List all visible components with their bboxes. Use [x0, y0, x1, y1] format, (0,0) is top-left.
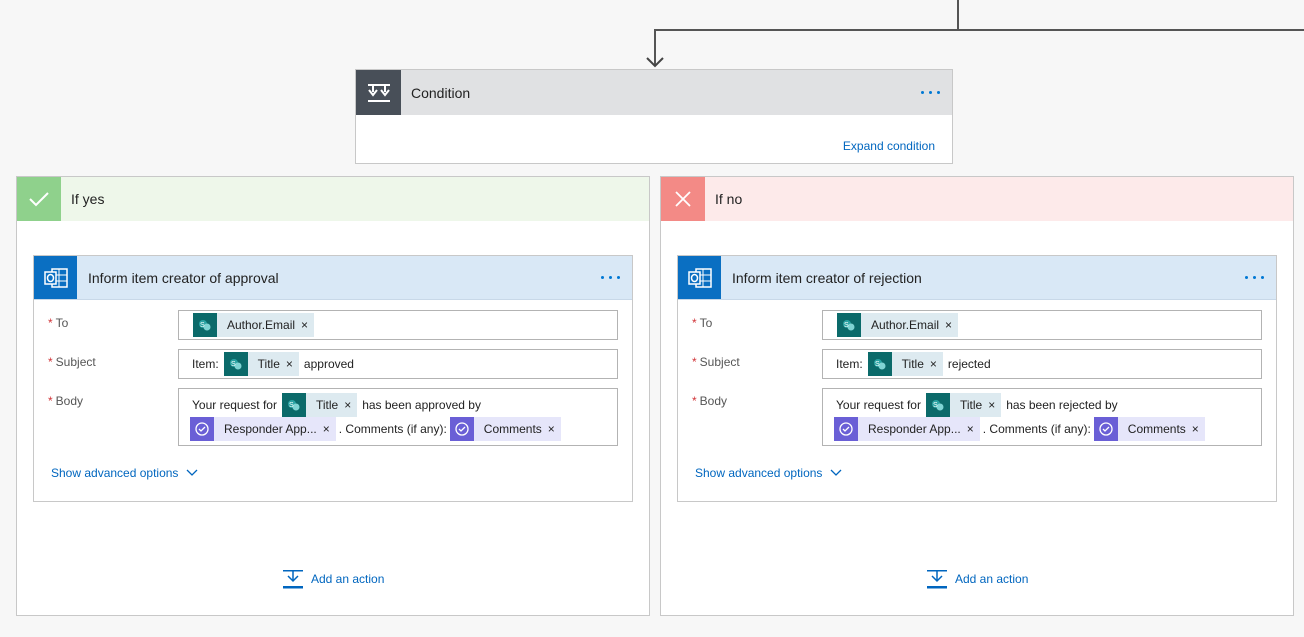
sharepoint-icon: S	[281, 393, 306, 417]
to-label: * To	[48, 316, 69, 330]
remove-token-icon[interactable]: ×	[945, 318, 958, 332]
connector-line	[654, 29, 1304, 31]
sharepoint-icon: S	[925, 393, 950, 417]
action-card-rejection[interactable]: Inform item creator of rejection * To S A…	[677, 255, 1277, 502]
token-author-email[interactable]: S Author.Email ×	[193, 313, 315, 337]
svg-text:S: S	[200, 322, 205, 329]
body-field[interactable]: Your request for S Title × has been reje…	[822, 388, 1262, 446]
outlook-icon	[678, 256, 721, 299]
branch-title: If no	[715, 191, 743, 207]
add-an-action-button[interactable]: Add an action	[927, 569, 1028, 589]
subject-suffix-text: rejected	[947, 357, 991, 371]
svg-text:S: S	[844, 322, 849, 329]
remove-token-icon[interactable]: ×	[286, 357, 299, 371]
subject-prefix-text: Item:	[836, 357, 863, 371]
arrow-down-icon	[646, 57, 664, 68]
add-action-icon	[927, 570, 947, 589]
svg-text:S: S	[289, 402, 294, 409]
condition-title: Condition	[411, 84, 471, 101]
connector-line	[957, 0, 959, 31]
sharepoint-icon: S	[223, 352, 248, 376]
subject-prefix-text: Item:	[192, 357, 219, 371]
check-icon	[17, 177, 61, 221]
add-action-icon	[283, 570, 303, 589]
token-responder[interactable]: Responder App... ×	[190, 417, 336, 441]
subject-suffix-text: approved	[303, 357, 354, 371]
sharepoint-icon: S	[193, 313, 217, 337]
sharepoint-icon: S	[867, 352, 892, 376]
sharepoint-icon: S	[837, 313, 861, 337]
more-options-icon[interactable]	[921, 85, 940, 100]
body-label: * Body	[692, 394, 728, 408]
token-title[interactable]: S Title ×	[925, 393, 1002, 417]
body-field[interactable]: Your request for S Title × has been appr…	[178, 388, 618, 446]
body-text: has been rejected by	[1006, 398, 1118, 412]
to-field[interactable]: S Author.Email ×	[822, 310, 1262, 340]
branch-if-yes-header[interactable]: If yes	[17, 177, 649, 221]
body-text: Your request for	[192, 398, 277, 412]
body-text: Your request for	[836, 398, 921, 412]
remove-token-icon[interactable]: ×	[323, 422, 336, 436]
approvals-icon	[834, 417, 858, 441]
remove-token-icon[interactable]: ×	[988, 398, 1001, 412]
token-comments[interactable]: Comments ×	[1093, 417, 1205, 441]
action-title: Inform item creator of rejection	[732, 269, 922, 286]
remove-token-icon[interactable]: ×	[344, 398, 357, 412]
body-text: . Comments (if any):	[338, 422, 447, 436]
action-card-approval[interactable]: Inform item creator of approval * To S Au…	[33, 255, 633, 502]
token-title[interactable]: S Title ×	[281, 393, 358, 417]
approvals-icon	[1093, 417, 1118, 441]
remove-token-icon[interactable]: ×	[967, 422, 980, 436]
remove-token-icon[interactable]: ×	[301, 318, 314, 332]
body-text: . Comments (if any):	[982, 422, 1091, 436]
approvals-icon	[190, 417, 214, 441]
svg-text:S: S	[875, 361, 880, 368]
body-label: * Body	[48, 394, 84, 408]
show-advanced-options-link[interactable]: Show advanced options	[695, 466, 842, 480]
body-text: has been approved by	[362, 398, 481, 412]
show-advanced-options-link[interactable]: Show advanced options	[51, 466, 198, 480]
more-options-icon[interactable]	[1245, 270, 1264, 285]
expand-condition-link[interactable]: Expand condition	[843, 139, 935, 153]
branch-title: If yes	[71, 191, 105, 207]
remove-token-icon[interactable]: ×	[548, 422, 561, 436]
subject-label: * Subject	[48, 355, 96, 369]
close-icon	[661, 177, 705, 221]
condition-header[interactable]: Condition	[356, 70, 952, 115]
chevron-down-icon	[186, 469, 198, 476]
condition-icon	[356, 70, 401, 115]
token-title[interactable]: S Title ×	[867, 352, 943, 376]
token-comments[interactable]: Comments ×	[449, 417, 561, 441]
svg-text:S: S	[231, 361, 236, 368]
token-responder[interactable]: Responder App... ×	[834, 417, 980, 441]
add-an-action-button[interactable]: Add an action	[283, 569, 384, 589]
token-title[interactable]: S Title ×	[223, 352, 299, 376]
remove-token-icon[interactable]: ×	[1192, 422, 1205, 436]
chevron-down-icon	[830, 469, 842, 476]
approvals-icon	[449, 417, 474, 441]
token-author-email[interactable]: S Author.Email ×	[837, 313, 959, 337]
branch-if-no: If no Inform item creator of rejection *…	[660, 176, 1294, 616]
action-title: Inform item creator of approval	[88, 269, 279, 286]
action-header[interactable]: Inform item creator of rejection	[678, 256, 1276, 300]
subject-label: * Subject	[692, 355, 740, 369]
to-label: * To	[692, 316, 713, 330]
subject-field[interactable]: Item: S Title × rejected	[822, 349, 1262, 379]
svg-text:S: S	[933, 402, 938, 409]
more-options-icon[interactable]	[601, 270, 620, 285]
condition-card[interactable]: Condition Expand condition	[355, 69, 953, 164]
branch-if-no-header[interactable]: If no	[661, 177, 1293, 221]
branch-if-yes: If yes Inform item creator of approval *…	[16, 176, 650, 616]
subject-field[interactable]: Item: S Title × approved	[178, 349, 618, 379]
outlook-icon	[34, 256, 77, 299]
remove-token-icon[interactable]: ×	[930, 357, 943, 371]
to-field[interactable]: S Author.Email ×	[178, 310, 618, 340]
action-header[interactable]: Inform item creator of approval	[34, 256, 632, 300]
